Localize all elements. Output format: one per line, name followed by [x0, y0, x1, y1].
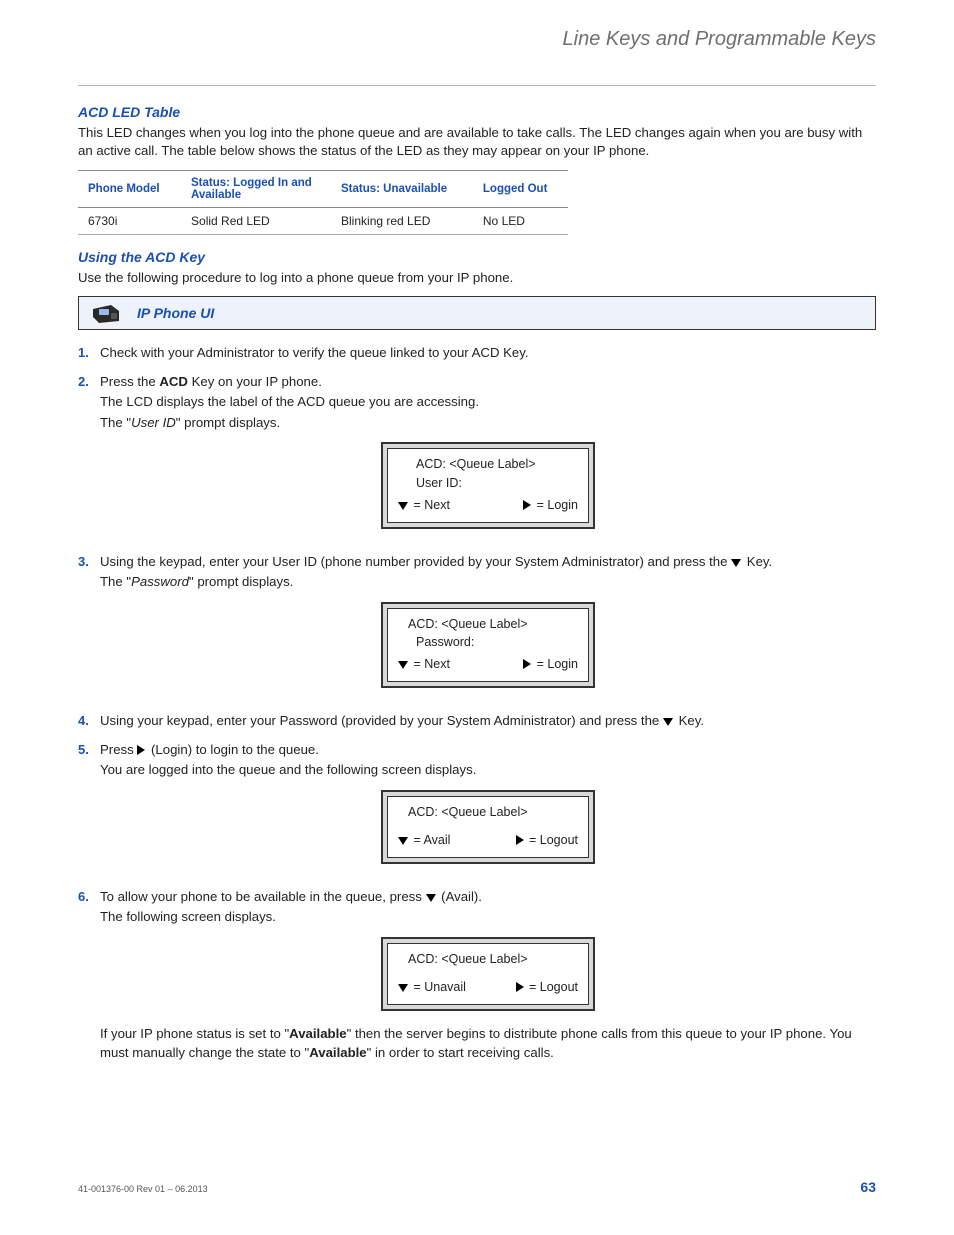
step-6-text-a: To allow your phone to be available in t…: [100, 889, 426, 904]
triangle-right-icon: [523, 659, 531, 669]
step-4: Using your keypad, enter your Password (…: [78, 712, 876, 740]
triangle-down-icon: [663, 718, 673, 726]
step-2-bold: ACD: [159, 374, 188, 389]
triangle-right-icon: [137, 745, 145, 755]
lcd1-right: = Login: [523, 496, 578, 514]
lcd3-right: = Logout: [516, 831, 578, 849]
page-footer: 41-001376-00 Rev 01 – 06.2013 63: [78, 1179, 876, 1195]
step-2-sub2: The "User ID" prompt displays.: [100, 414, 876, 432]
page-number: 63: [860, 1179, 876, 1195]
step-3: Using the keypad, enter your User ID (ph…: [78, 553, 876, 712]
td-logged-out: No LED: [473, 207, 568, 234]
triangle-down-icon: [398, 502, 408, 510]
table-row: 6730i Solid Red LED Blinking red LED No …: [78, 207, 568, 234]
lcd-screen-3: ACD: <Queue Label> = Avail = Logout: [381, 790, 595, 864]
lcd4-line1: ACD: <Queue Label>: [398, 950, 578, 968]
heading-acd-led-table: ACD LED Table: [78, 104, 876, 120]
step-2-text-b: Key on your IP phone.: [188, 374, 322, 389]
triangle-right-icon: [523, 500, 531, 510]
heading-using-acd-key: Using the ACD Key: [78, 249, 876, 265]
running-header: Line Keys and Programmable Keys: [78, 28, 876, 57]
lcd4-left: = Unavail: [398, 978, 466, 996]
triangle-down-icon: [731, 559, 741, 567]
triangle-down-icon: [398, 837, 408, 845]
td-unavailable: Blinking red LED: [331, 207, 473, 234]
header-rule: [78, 85, 876, 86]
using-acd-intro: Use the following procedure to log into …: [78, 269, 876, 287]
lcd1-left: = Next: [398, 496, 450, 514]
td-logged-in: Solid Red LED: [181, 207, 331, 234]
lcd-screen-1: ACD: <Queue Label> User ID: = Next = Log…: [381, 442, 595, 528]
step-6-text-b: (Avail).: [438, 889, 482, 904]
step-3-text-b: Key.: [743, 554, 772, 569]
step-2: Press the ACD Key on your IP phone. The …: [78, 373, 876, 553]
triangle-right-icon: [516, 835, 524, 845]
lcd1-line1: ACD: <Queue Label>: [398, 455, 578, 473]
lcd-screen-4: ACD: <Queue Label> = Unavail = Logout: [381, 937, 595, 1011]
td-model: 6730i: [78, 207, 181, 234]
phone-icon: [89, 301, 125, 325]
lcd4-right: = Logout: [516, 978, 578, 996]
th-logged-out: Logged Out: [473, 170, 568, 207]
lcd2-line1: ACD: <Queue Label>: [398, 615, 578, 633]
lcd1-line2: User ID:: [398, 474, 578, 492]
lcd2-left: = Next: [398, 655, 450, 673]
th-unavailable: Status: Unavailable: [331, 170, 473, 207]
step-5-sub: You are logged into the queue and the fo…: [100, 761, 876, 779]
lcd-screen-2: ACD: <Queue Label> Password: = Next = Lo…: [381, 602, 595, 688]
step-1: Check with your Administrator to verify …: [78, 344, 876, 372]
acd-led-table: Phone Model Status: Logged In and Availa…: [78, 170, 568, 235]
step-2-sub1: The LCD displays the label of the ACD qu…: [100, 393, 876, 411]
step-5-text-b: (Login) to login to the queue.: [147, 742, 319, 757]
lcd2-line2: Password:: [398, 633, 578, 651]
step-4-text-a: Using your keypad, enter your Password (…: [100, 713, 663, 728]
triangle-right-icon: [516, 982, 524, 992]
acd-led-intro: This LED changes when you log into the p…: [78, 124, 876, 160]
lcd3-left: = Avail: [398, 831, 450, 849]
step-6: To allow your phone to be available in t…: [78, 888, 876, 1072]
doc-revision: 41-001376-00 Rev 01 – 06.2013: [78, 1184, 208, 1194]
lcd2-right: = Login: [523, 655, 578, 673]
th-logged-in: Status: Logged In and Available: [181, 170, 331, 207]
step-5-text-a: Press: [100, 742, 137, 757]
step-5: Press (Login) to login to the queue. You…: [78, 741, 876, 888]
step-3-text-a: Using the keypad, enter your User ID (ph…: [100, 554, 731, 569]
step-4-text-b: Key.: [675, 713, 704, 728]
step-1-text: Check with your Administrator to verify …: [100, 345, 529, 360]
th-phone-model: Phone Model: [78, 170, 181, 207]
step-6-sub: The following screen displays.: [100, 908, 876, 926]
ip-phone-ui-callout: IP Phone UI: [78, 296, 876, 330]
lcd3-line1: ACD: <Queue Label>: [398, 803, 578, 821]
triangle-down-icon: [398, 661, 408, 669]
triangle-down-icon: [398, 984, 408, 992]
ip-phone-ui-title: IP Phone UI: [137, 305, 214, 321]
step-6-tail: If your IP phone status is set to "Avail…: [100, 1025, 876, 1062]
step-3-sub: The "Password" prompt displays.: [100, 573, 876, 591]
step-2-text-a: Press the: [100, 374, 159, 389]
triangle-down-icon: [426, 894, 436, 902]
